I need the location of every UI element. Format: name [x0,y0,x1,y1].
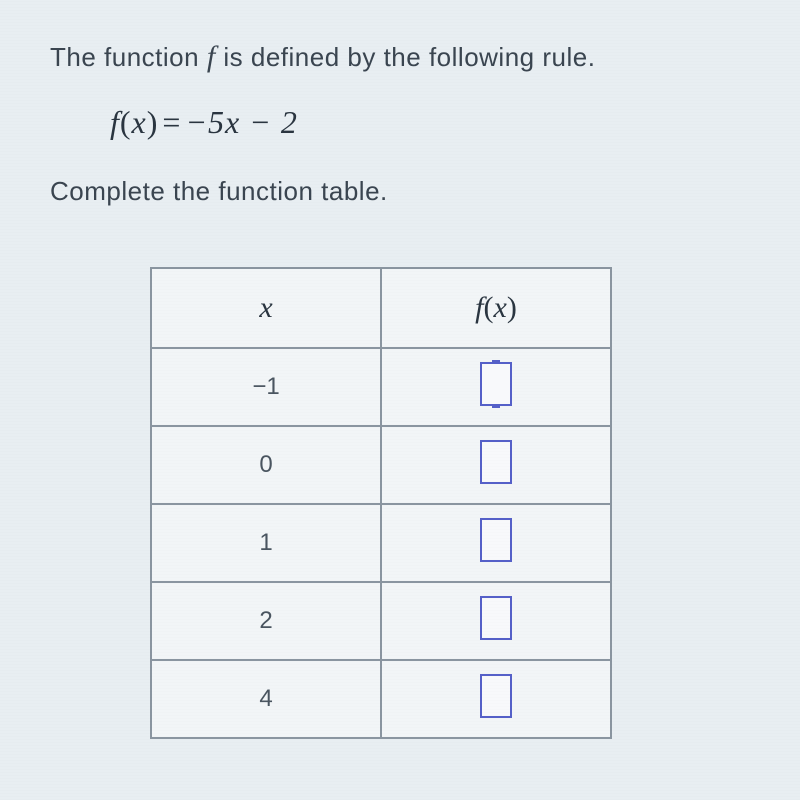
table-row: 2 [151,582,611,660]
x-value: 4 [151,660,381,738]
instruction-text: Complete the function table. [50,176,750,207]
x-value: 1 [151,504,381,582]
formula-f: f [110,104,120,140]
function-formula: f(x)=−5x − 2 [110,104,750,141]
question-intro: The function f is defined by the followi… [50,40,750,74]
table-body: −1 0 1 2 4 [151,348,611,738]
function-table: x f(x) −1 0 1 2 [150,267,612,739]
table-row: 4 [151,660,611,738]
x-value: 2 [151,582,381,660]
function-table-container: x f(x) −1 0 1 2 [150,267,750,739]
answer-input[interactable] [480,596,512,640]
table-row: −1 [151,348,611,426]
fx-cell [381,426,611,504]
function-name: f [207,40,216,73]
table-row: 0 [151,426,611,504]
fx-cell [381,348,611,426]
answer-input[interactable] [480,362,512,406]
fx-cell [381,582,611,660]
table-row: 1 [151,504,611,582]
answer-input[interactable] [480,518,512,562]
table-header-fx: f(x) [381,268,611,348]
x-value: 0 [151,426,381,504]
answer-input[interactable] [480,674,512,718]
formula-x: x [132,104,147,140]
fx-cell [381,504,611,582]
answer-input[interactable] [480,440,512,484]
x-value: −1 [151,348,381,426]
intro-after: is defined by the following rule. [216,42,596,72]
intro-before: The function [50,42,207,72]
formula-rhs: −5x − 2 [185,104,297,140]
table-header-x: x [151,268,381,348]
fx-cell [381,660,611,738]
